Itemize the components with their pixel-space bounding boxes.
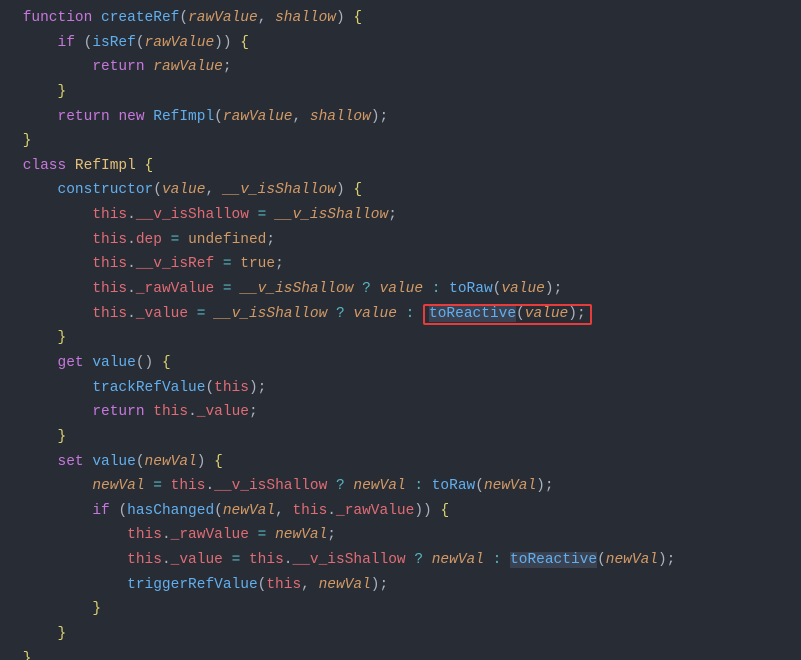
keyword-class: class	[23, 158, 67, 174]
val-v-isShallow: __v_isShallow	[275, 207, 388, 223]
prop-rawValue: _rawValue	[136, 281, 214, 297]
this: this	[266, 577, 301, 593]
arg-value: value	[501, 281, 545, 297]
code-editor[interactable]: function createRef(rawValue, shallow) { …	[0, 0, 801, 660]
this: this	[92, 207, 127, 223]
arg-newVal: newVal	[319, 577, 371, 593]
cond-v-isShallow: __v_isShallow	[240, 281, 353, 297]
keyword-if: if	[58, 35, 75, 51]
prop-rawValue: _rawValue	[171, 527, 249, 543]
this: this	[214, 380, 249, 396]
this: this	[153, 404, 188, 420]
prop-value: _value	[136, 306, 188, 322]
this: this	[92, 256, 127, 272]
keyword-get: get	[58, 355, 84, 371]
prop-dep: dep	[136, 232, 162, 248]
fn-toRaw: toRaw	[449, 281, 493, 297]
keyword-function: function	[23, 10, 93, 26]
param-rawValue: rawValue	[188, 10, 258, 26]
val-newVal: newVal	[275, 527, 327, 543]
ternary-value: value	[380, 281, 424, 297]
ternary-value: value	[353, 306, 397, 322]
this: this	[127, 527, 162, 543]
arg-newVal: newVal	[223, 503, 275, 519]
this: this	[92, 281, 127, 297]
fn-toReactive: toReactive	[429, 306, 516, 322]
arg-newVal: newVal	[484, 478, 536, 494]
getter-value: value	[92, 355, 136, 371]
ternary-newVal: newVal	[432, 552, 484, 568]
var-newVal: newVal	[92, 478, 144, 494]
param-v-isShallow: __v_isShallow	[223, 182, 336, 198]
cond-v-isShallow: __v_isShallow	[214, 306, 327, 322]
ternary-newVal: newVal	[353, 478, 405, 494]
arg-shallow: shallow	[310, 109, 371, 125]
highlight-box-toReactive: toReactive(value);	[423, 304, 592, 325]
keyword-return: return	[92, 404, 144, 420]
prop-v-isShallow: __v_isShallow	[136, 207, 249, 223]
arg-rawValue: rawValue	[223, 109, 293, 125]
fn-createRef: createRef	[101, 10, 179, 26]
prop-v-isRef: __v_isRef	[136, 256, 214, 272]
this: this	[92, 306, 127, 322]
fn-triggerRefValue: triggerRefValue	[127, 577, 258, 593]
fn-hasChanged: hasChanged	[127, 503, 214, 519]
arg-rawValue: rawValue	[145, 35, 215, 51]
keyword-return: return	[58, 109, 110, 125]
this: this	[171, 478, 206, 494]
param-value: value	[162, 182, 206, 198]
arg-newVal: newVal	[606, 552, 658, 568]
keyword-new: new	[118, 109, 144, 125]
this: this	[249, 552, 284, 568]
lit-undefined: undefined	[188, 232, 266, 248]
constructor: constructor	[58, 182, 154, 198]
arg-value: value	[525, 306, 569, 322]
this: this	[92, 232, 127, 248]
prop-v-isShallow: __v_isShallow	[292, 552, 405, 568]
this: this	[292, 503, 327, 519]
fn-toRaw: toRaw	[432, 478, 476, 494]
this: this	[127, 552, 162, 568]
setter-value: value	[92, 454, 136, 470]
class-RefImpl: RefImpl	[153, 109, 214, 125]
param-shallow: shallow	[275, 10, 336, 26]
return-rawValue: rawValue	[153, 59, 223, 75]
prop-value: _value	[197, 404, 249, 420]
prop-value: _value	[171, 552, 223, 568]
fn-isRef: isRef	[92, 35, 136, 51]
lit-true: true	[240, 256, 275, 272]
fn-toReactive: toReactive	[510, 552, 597, 568]
fn-trackRefValue: trackRefValue	[92, 380, 205, 396]
prop-v-isShallow: __v_isShallow	[214, 478, 327, 494]
prop-rawValue: _rawValue	[336, 503, 414, 519]
keyword-return: return	[92, 59, 144, 75]
keyword-if: if	[92, 503, 109, 519]
keyword-set: set	[58, 454, 84, 470]
class-name-RefImpl: RefImpl	[75, 158, 136, 174]
param-newVal: newVal	[145, 454, 197, 470]
